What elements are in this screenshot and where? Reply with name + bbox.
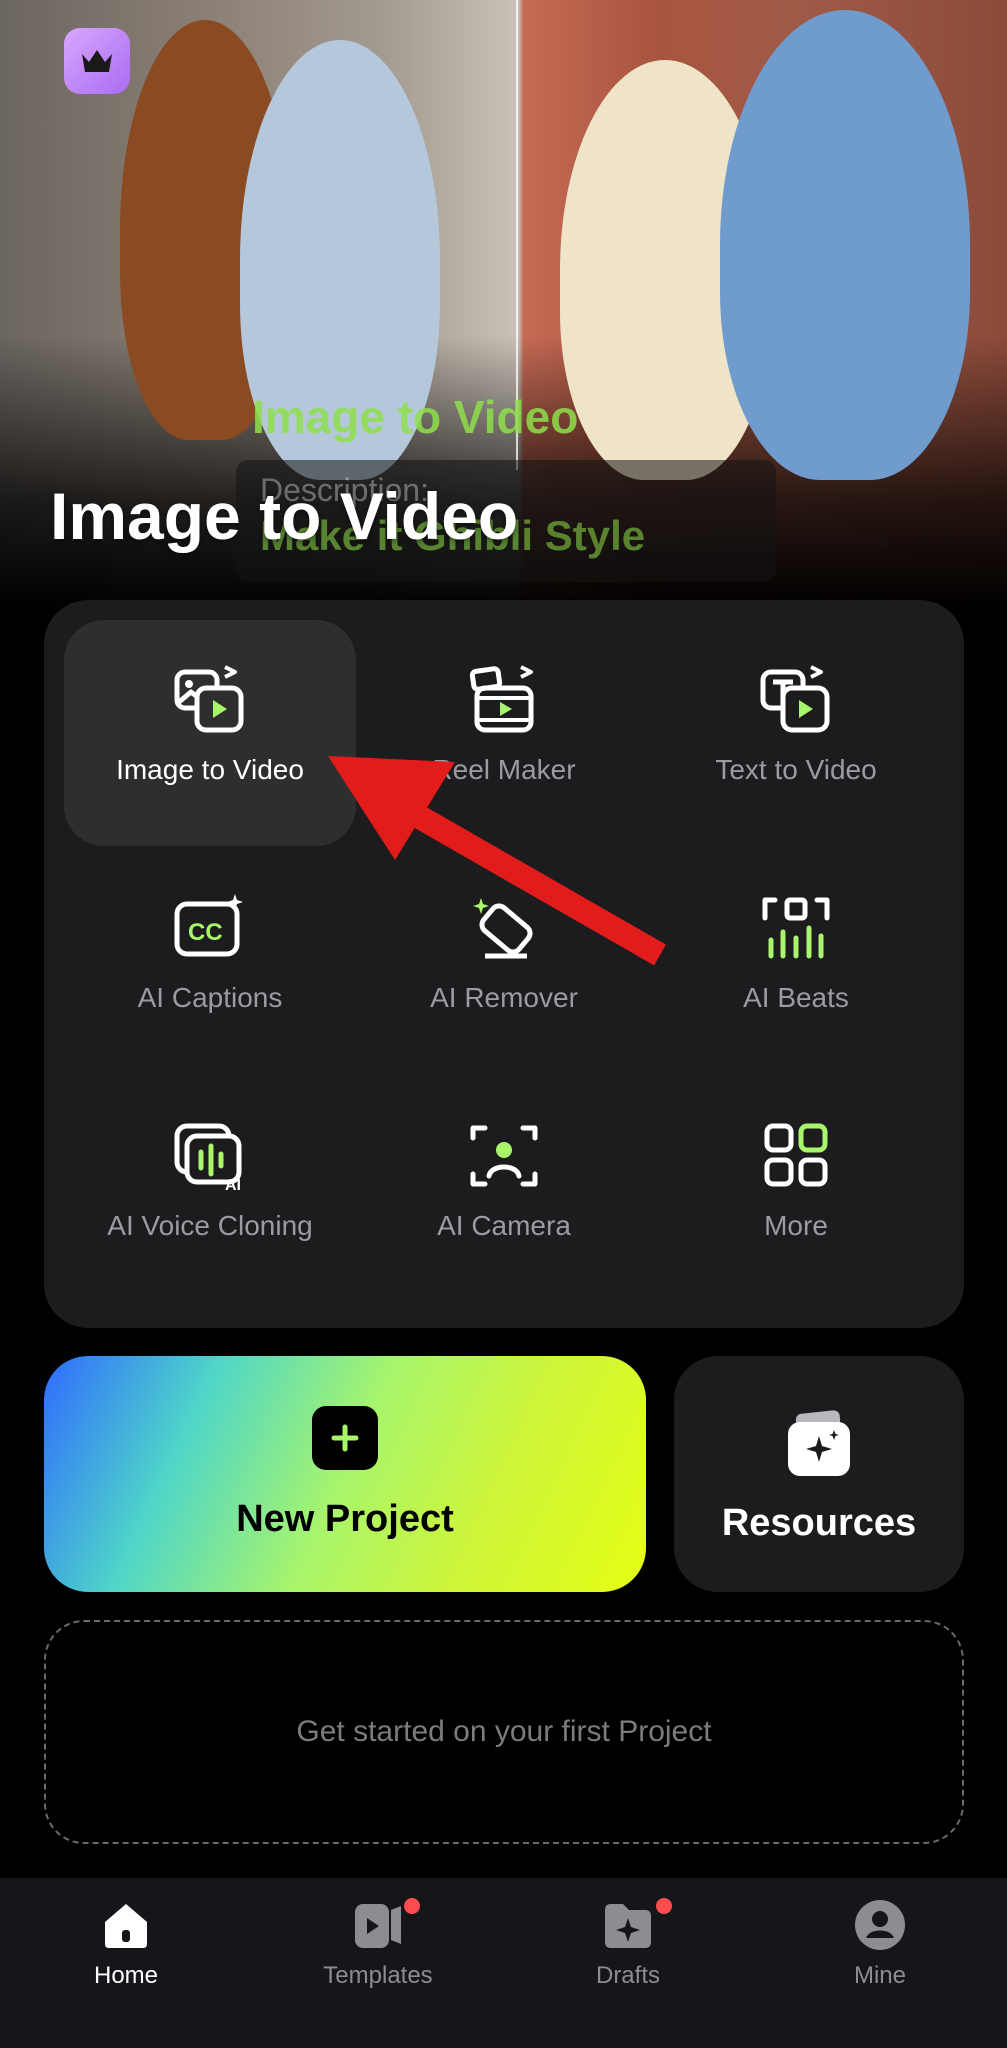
- ai-captions-icon: CC: [174, 894, 243, 957]
- templates-notification-dot: [404, 1898, 420, 1914]
- tool-label: Text to Video: [715, 754, 877, 785]
- profile-icon: [855, 1900, 905, 1950]
- nav-label: Templates: [323, 1962, 433, 1989]
- bottom-navigation: Home Templates Drafts Mine: [0, 1878, 1007, 2048]
- svg-text:AI: AI: [225, 1177, 241, 1192]
- tool-ai-camera[interactable]: AI Camera: [358, 1076, 650, 1302]
- tools-grid: Image to Video Reel Maker Text to Video …: [44, 600, 964, 1328]
- premium-crown-button[interactable]: [64, 28, 130, 94]
- tool-label: AI Camera: [437, 1210, 571, 1241]
- tool-reel-maker[interactable]: Reel Maker: [358, 620, 650, 846]
- reel-maker-icon: [469, 665, 534, 733]
- nav-label: Home: [93, 1962, 159, 1989]
- drafts-notification-dot: [656, 1898, 672, 1914]
- ai-voice-cloning-icon: AI: [174, 1123, 242, 1192]
- nav-label: Drafts: [595, 1962, 660, 1989]
- templates-icon: [355, 1904, 401, 1948]
- nav-drafts[interactable]: Drafts: [528, 1898, 728, 1990]
- crown-icon: [82, 50, 112, 72]
- image-to-video-icon: [174, 665, 244, 733]
- tool-image-to-video[interactable]: Image to Video: [64, 620, 356, 846]
- hero-title: Image to Video: [50, 479, 519, 553]
- tool-ai-remover[interactable]: AI Remover: [358, 848, 650, 1074]
- svg-text:CC: CC: [188, 919, 223, 946]
- text-to-video-icon: [760, 665, 830, 733]
- tool-label: AI Voice Cloning: [107, 1210, 313, 1241]
- empty-projects-placeholder: Get started on your first Project: [44, 1620, 964, 1844]
- ai-beats-icon: [762, 897, 830, 959]
- tool-label: AI Remover: [430, 982, 578, 1013]
- home-icon: [105, 1904, 147, 1948]
- tool-ai-captions[interactable]: CC AI Captions: [64, 848, 356, 1074]
- resources-label: Resources: [721, 1502, 917, 1544]
- tool-ai-beats[interactable]: AI Beats: [650, 848, 942, 1074]
- tool-text-to-video[interactable]: Text to Video: [650, 620, 942, 846]
- hero-overlay-label: Image to Video: [252, 391, 579, 443]
- nav-templates[interactable]: Templates: [278, 1898, 478, 1990]
- hero-image-person: [720, 10, 970, 480]
- nav-label: Mine: [853, 1962, 907, 1989]
- tool-label: AI Captions: [137, 982, 283, 1013]
- resources-button[interactable]: Resources: [674, 1356, 964, 1592]
- tool-label: Image to Video: [116, 754, 304, 785]
- ai-camera-icon: [470, 1125, 538, 1187]
- nav-mine[interactable]: Mine: [780, 1898, 980, 1990]
- tool-label: AI Beats: [743, 982, 849, 1013]
- new-project-label: New Project: [236, 1498, 454, 1540]
- ai-remover-icon: [473, 898, 533, 959]
- tool-label: Reel Maker: [432, 754, 576, 785]
- tool-label: More: [764, 1210, 828, 1241]
- drafts-icon: [605, 1904, 651, 1948]
- tool-more[interactable]: More: [650, 1076, 942, 1302]
- nav-home[interactable]: Home: [26, 1898, 226, 1990]
- hero-banner[interactable]: Image to Video Description: Make it Ghib…: [0, 0, 1007, 610]
- tool-ai-voice-cloning[interactable]: AI AI Voice Cloning: [64, 1076, 356, 1302]
- more-grid-icon: [764, 1123, 828, 1187]
- empty-state-text: Get started on your first Project: [296, 1715, 712, 1748]
- new-project-button[interactable]: New Project: [44, 1356, 646, 1592]
- plus-icon: [312, 1406, 378, 1470]
- resources-icon: [788, 1410, 850, 1476]
